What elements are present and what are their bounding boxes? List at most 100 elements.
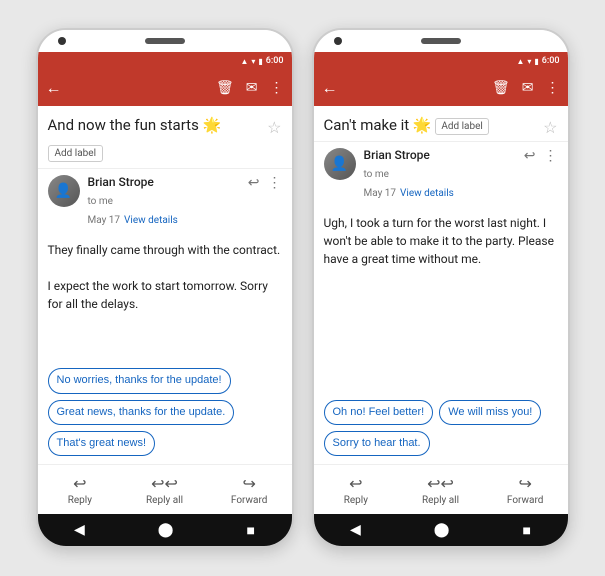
speaker-1: [145, 38, 185, 44]
battery-icon-1: ▮: [258, 57, 262, 66]
smart-reply-2-2[interactable]: Sorry to hear that.: [324, 431, 430, 456]
back-button-1[interactable]: ←: [46, 78, 62, 98]
action-bar-2: ↩ Reply ↩↩ Reply all ↪ Forward: [314, 464, 568, 514]
forward-icon-1: ↪: [242, 474, 255, 493]
add-label-text-1[interactable]: Add label: [48, 145, 104, 162]
nav-back-2[interactable]: ◀: [350, 522, 361, 538]
status-bar-1: ▲ ▾ ▮ 6:00: [38, 52, 292, 70]
wifi-icon-2: ▾: [527, 57, 531, 66]
time-2: 6:00: [542, 56, 560, 66]
battery-icon-2: ▮: [534, 57, 538, 66]
phone-2: ▲ ▾ ▮ 6:00 ← 🗑 ✉ ⋮ Can't make it 🌟 Add l…: [312, 28, 570, 548]
trash-icon-1[interactable]: 🗑: [216, 80, 234, 96]
email-date-2: May 17: [364, 188, 397, 199]
email-date-1: May 17: [88, 215, 121, 226]
nav-back-1[interactable]: ◀: [74, 522, 85, 538]
sender-name-1: Brian Strope: [88, 175, 240, 189]
email-meta-info-2: Brian Strope to me May 17 View details: [364, 148, 516, 200]
signal-icon-2: ▲: [516, 57, 524, 66]
email-meta-actions-2: ↩ ⋮: [524, 148, 558, 164]
more-icon-2[interactable]: ⋮: [544, 148, 558, 164]
time-1: 6:00: [266, 56, 284, 66]
reply-all-label-1: Reply all: [146, 495, 183, 506]
back-button-2[interactable]: ←: [322, 78, 338, 98]
email-meta-2: 👤 Brian Strope to me May 17 View details…: [314, 141, 568, 206]
forward-label-2: Forward: [507, 495, 544, 506]
smart-replies-2: Oh no! Feel better! We will miss you! So…: [314, 392, 568, 464]
status-bar-content-1: ▲ ▾ ▮ 6:00: [240, 56, 283, 66]
reply-icon-2: ↩: [349, 474, 362, 493]
view-details-2[interactable]: View details: [400, 188, 454, 199]
nav-bar-2: ◀ ⬤ ■: [314, 514, 568, 546]
smart-reply-1-1[interactable]: Great news, thanks for the update.: [48, 400, 235, 425]
star-icon-2[interactable]: ☆: [543, 118, 557, 137]
mail-icon-2[interactable]: ✉: [522, 80, 534, 96]
email-body-text-2: I expect the work to start tomorrow. Sor…: [48, 277, 282, 313]
reply-button-1[interactable]: ↩ Reply: [38, 465, 123, 514]
add-label-btn-1[interactable]: Add label: [38, 141, 292, 168]
avatar-img-1: 👤: [48, 175, 80, 207]
reply-all-icon-1: ↩↩: [151, 474, 178, 493]
toolbar-2: ← 🗑 ✉ ⋮: [314, 70, 568, 106]
sender-name-2: Brian Strope: [364, 148, 516, 162]
wifi-icon-1: ▾: [251, 57, 255, 66]
reply-all-label-2: Reply all: [422, 495, 459, 506]
nav-square-1[interactable]: ■: [246, 522, 254, 539]
avatar-2: 👤: [324, 148, 356, 180]
phones-container: ▲ ▾ ▮ 6:00 ← 🗑 ✉ ⋮ And now the fun start…: [36, 28, 570, 548]
smart-reply-2-0[interactable]: Oh no! Feel better!: [324, 400, 434, 425]
smart-reply-1-0[interactable]: No worries, thanks for the update!: [48, 368, 231, 393]
reply-icon-small-2[interactable]: ↩: [524, 148, 536, 164]
smart-reply-1-2[interactable]: That's great news!: [48, 431, 156, 456]
email-subject-2: Can't make it 🌟 Add label: [324, 116, 538, 136]
reply-button-2[interactable]: ↩ Reply: [314, 465, 399, 514]
avatar-img-2: 👤: [324, 148, 356, 180]
email-to-1: to me: [88, 196, 113, 207]
more-icon-toolbar-1[interactable]: ⋮: [270, 80, 284, 96]
signal-icon-1: ▲: [240, 57, 248, 66]
forward-icon-2: ↪: [518, 474, 531, 493]
camera-dot-1: [58, 37, 66, 45]
nav-bar-1: ◀ ⬤ ■: [38, 514, 292, 546]
email-body-text-1: They finally came through with the contr…: [48, 241, 282, 259]
toolbar-1: ← 🗑 ✉ ⋮: [38, 70, 292, 106]
action-bar-1: ↩ Reply ↩↩ Reply all ↪ Forward: [38, 464, 292, 514]
reply-icon-small-1[interactable]: ↩: [248, 175, 260, 191]
nav-home-1[interactable]: ⬤: [158, 522, 174, 538]
mail-icon-1[interactable]: ✉: [246, 80, 258, 96]
reply-label-1: Reply: [68, 495, 92, 506]
forward-button-2[interactable]: ↪ Forward: [483, 465, 568, 514]
phone-1: ▲ ▾ ▮ 6:00 ← 🗑 ✉ ⋮ And now the fun start…: [36, 28, 294, 548]
reply-all-button-2[interactable]: ↩↩ Reply all: [398, 465, 483, 514]
more-icon-1[interactable]: ⋮: [268, 175, 282, 191]
email-body-1: They finally came through with the contr…: [38, 233, 292, 360]
reply-all-icon-2: ↩↩: [427, 474, 454, 493]
email-subject-row-2: Can't make it 🌟 Add label ☆: [314, 106, 568, 141]
forward-label-1: Forward: [231, 495, 268, 506]
forward-button-1[interactable]: ↪ Forward: [207, 465, 292, 514]
phone-top-bar-1: [38, 30, 292, 52]
email-to-2: to me: [364, 169, 389, 180]
phone-top-bar-2: [314, 30, 568, 52]
star-icon-1[interactable]: ☆: [267, 118, 281, 137]
nav-square-2[interactable]: ■: [522, 522, 530, 539]
email-meta-info-1: Brian Strope to me May 17 View details: [88, 175, 240, 227]
smart-reply-2-1[interactable]: We will miss you!: [439, 400, 541, 425]
camera-dot-2: [334, 37, 342, 45]
reply-all-button-1[interactable]: ↩↩ Reply all: [122, 465, 207, 514]
speaker-2: [421, 38, 461, 44]
email-subject-row-1: And now the fun starts 🌟 ☆: [38, 106, 292, 141]
email-body-2: Ugh, I took a turn for the worst last ni…: [314, 206, 568, 392]
nav-home-2[interactable]: ⬤: [434, 522, 450, 538]
more-icon-toolbar-2[interactable]: ⋮: [546, 80, 560, 96]
email-content-2: Can't make it 🌟 Add label ☆ 👤 Brian Stro…: [314, 106, 568, 464]
view-details-1[interactable]: View details: [124, 215, 178, 226]
reply-icon-1: ↩: [73, 474, 86, 493]
email-meta-actions-1: ↩ ⋮: [248, 175, 282, 191]
trash-icon-2[interactable]: 🗑: [492, 80, 510, 96]
email-content-1: And now the fun starts 🌟 ☆ Add label 👤 B…: [38, 106, 292, 464]
email-body-text-3: Ugh, I took a turn for the worst last ni…: [324, 214, 558, 268]
email-meta-1: 👤 Brian Strope to me May 17 View details…: [38, 168, 292, 233]
status-bar-2: ▲ ▾ ▮ 6:00: [314, 52, 568, 70]
smart-replies-1: No worries, thanks for the update! Great…: [38, 360, 292, 464]
